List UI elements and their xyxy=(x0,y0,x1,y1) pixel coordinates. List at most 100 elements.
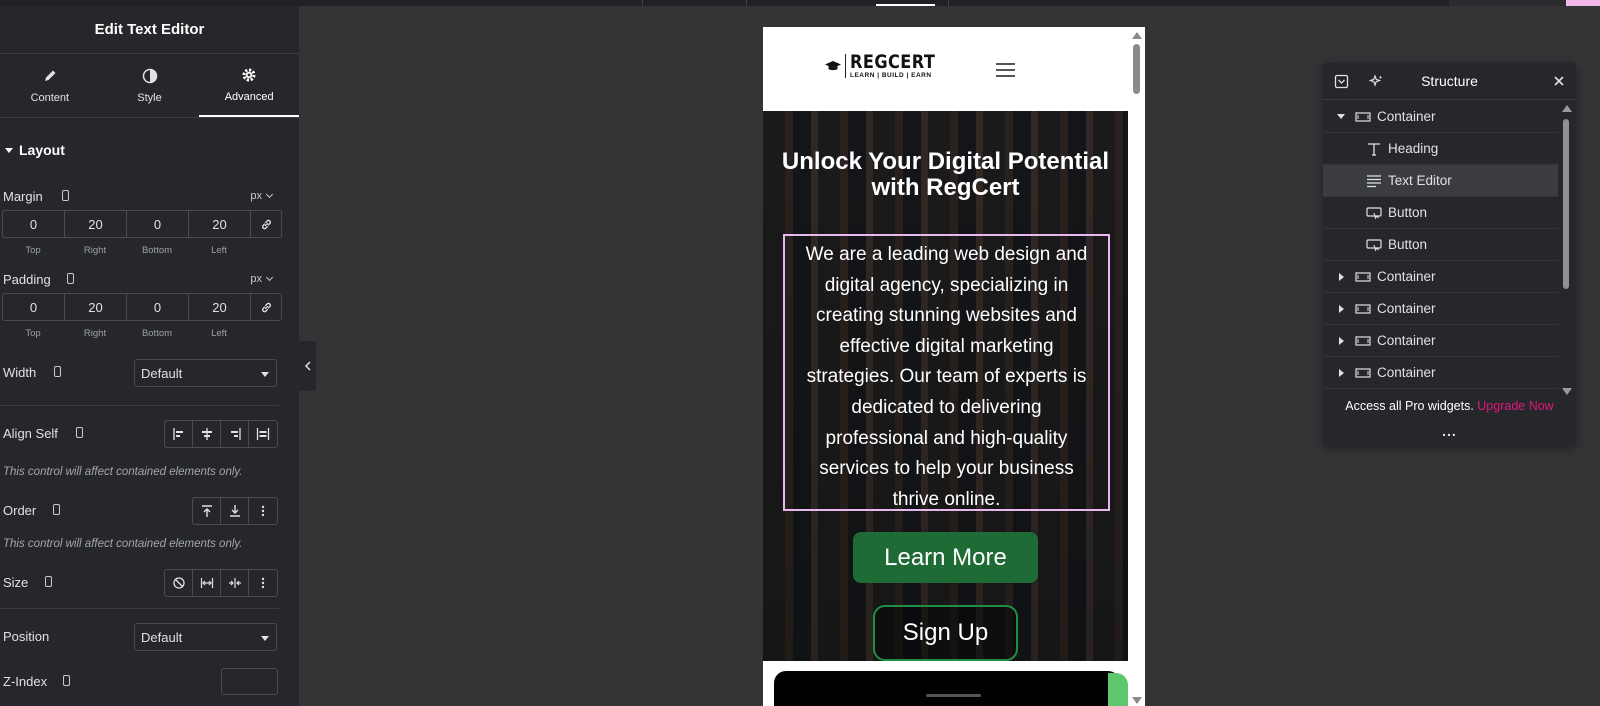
promo-text: Access all Pro widgets. xyxy=(1345,399,1474,413)
align-center-button[interactable] xyxy=(193,421,221,447)
tree-node-label: Button xyxy=(1388,205,1428,220)
scrollbar-thumb[interactable] xyxy=(1133,44,1140,94)
caret-right-icon[interactable] xyxy=(1339,273,1344,281)
size-label: Size xyxy=(3,575,29,590)
align-self-label: Align Self xyxy=(3,426,58,441)
mobile-device-icon[interactable] xyxy=(63,675,70,686)
caret-down-icon[interactable] xyxy=(1337,114,1345,119)
link-values-button[interactable] xyxy=(251,211,281,237)
size-grow-button[interactable] xyxy=(193,570,221,596)
order-start-button[interactable] xyxy=(193,498,221,524)
align-start-icon xyxy=(172,428,183,440)
scroll-up-icon[interactable] xyxy=(1132,32,1142,39)
padding-unit-select[interactable]: px xyxy=(250,273,272,285)
learn-more-button[interactable]: Learn More xyxy=(853,532,1038,583)
padding-label: Padding xyxy=(3,272,51,287)
preview-scrollbar[interactable] xyxy=(1128,27,1145,706)
order-end-button[interactable] xyxy=(221,498,249,524)
tree-node-button[interactable]: Button xyxy=(1323,197,1558,229)
block-icon xyxy=(172,577,185,589)
site-header: REGCERT LEARN | BUILD | EARN xyxy=(763,27,1145,111)
sign-up-button[interactable]: Sign Up xyxy=(873,605,1018,661)
pro-promo: Access all Pro widgets. Upgrade Now xyxy=(1323,399,1576,413)
tree-node-container[interactable]: Container xyxy=(1323,261,1558,293)
mobile-device-icon[interactable] xyxy=(76,427,83,438)
editor-panel: Edit Text Editor Content Style Advanced … xyxy=(0,6,300,706)
gear-icon xyxy=(242,68,256,81)
tree-node-button[interactable]: Button xyxy=(1323,229,1558,261)
size-none-button[interactable] xyxy=(165,570,193,596)
tree-node-container[interactable]: Container xyxy=(1323,293,1558,325)
order-label: Order xyxy=(3,503,37,518)
top-bar-divider xyxy=(642,0,643,6)
align-center-icon xyxy=(201,428,212,440)
caret-right-icon[interactable] xyxy=(1339,337,1344,345)
container-icon xyxy=(1355,112,1371,122)
align-start-button[interactable] xyxy=(165,421,193,447)
top-bar-publish-button[interactable] xyxy=(1566,0,1600,6)
padding-top-input[interactable]: 0 xyxy=(3,294,65,320)
tree-node-text-editor[interactable]: Text Editor xyxy=(1323,165,1558,197)
side-label: Top xyxy=(25,245,41,256)
hamburger-menu-icon[interactable] xyxy=(996,63,1015,77)
order-buttons xyxy=(192,497,278,525)
panel-title: Edit Text Editor xyxy=(0,6,299,54)
tab-style[interactable]: Style xyxy=(100,54,200,117)
tree-node-container[interactable]: Container xyxy=(1323,357,1558,389)
padding-right-input[interactable]: 20 xyxy=(65,294,127,320)
tab-advanced[interactable]: Advanced xyxy=(199,54,300,117)
align-stretch-button[interactable] xyxy=(249,421,277,447)
scroll-up-icon[interactable] xyxy=(1562,105,1572,112)
size-shrink-button[interactable] xyxy=(221,570,249,596)
align-end-button[interactable] xyxy=(221,421,249,447)
upgrade-now-link[interactable]: Upgrade Now xyxy=(1477,399,1553,413)
more-options-icon[interactable]: ... xyxy=(1323,423,1576,439)
tree-node-heading[interactable]: Heading xyxy=(1323,133,1558,165)
tree-node-container[interactable]: Container xyxy=(1323,325,1558,357)
mobile-device-icon[interactable] xyxy=(67,273,74,284)
margin-right-input[interactable]: 20 xyxy=(65,211,127,237)
layout-section-toggle[interactable]: Layout xyxy=(0,138,299,162)
link-values-button[interactable] xyxy=(251,294,281,320)
size-more-button[interactable] xyxy=(249,570,277,596)
scroll-down-icon[interactable] xyxy=(1562,388,1572,395)
position-select[interactable]: Default xyxy=(134,623,277,651)
site-logo[interactable]: REGCERT LEARN | BUILD | EARN xyxy=(825,53,950,79)
mobile-device-icon[interactable] xyxy=(53,504,60,515)
chevron-left-icon xyxy=(304,361,311,371)
scrollbar-thumb[interactable] xyxy=(1563,119,1569,289)
text-editor-icon xyxy=(1367,175,1381,188)
more-vertical-icon xyxy=(261,577,265,589)
hero-heading[interactable]: Unlock Your Digital Potential with RegCe… xyxy=(773,149,1118,201)
size-buttons xyxy=(164,569,278,597)
logo-divider xyxy=(845,54,846,78)
tab-content[interactable]: Content xyxy=(0,54,100,117)
structure-scrollbar[interactable] xyxy=(1560,105,1572,395)
margin-unit-select[interactable]: px xyxy=(250,190,272,202)
collapse-panel-button[interactable] xyxy=(299,341,316,391)
width-label: Width xyxy=(3,365,37,380)
side-label: Right xyxy=(83,245,107,256)
close-icon[interactable] xyxy=(1553,75,1565,87)
caret-right-icon[interactable] xyxy=(1339,305,1344,313)
drag-handle[interactable] xyxy=(926,694,981,697)
text-editor-widget[interactable]: We are a leading web design and digital … xyxy=(783,234,1110,511)
mobile-device-icon[interactable] xyxy=(45,576,52,587)
button-icon xyxy=(1366,239,1382,252)
padding-left-input[interactable]: 20 xyxy=(189,294,251,320)
chevron-down-icon xyxy=(261,636,269,641)
margin-left-input[interactable]: 20 xyxy=(189,211,251,237)
margin-bottom-input[interactable]: 0 xyxy=(127,211,189,237)
zindex-input[interactable] xyxy=(221,668,278,695)
padding-bottom-input[interactable]: 0 xyxy=(127,294,189,320)
width-select[interactable]: Default xyxy=(134,359,277,387)
order-more-button[interactable] xyxy=(249,498,277,524)
container-icon xyxy=(1355,368,1371,378)
caret-right-icon[interactable] xyxy=(1339,369,1344,377)
tree-node-container[interactable]: Container xyxy=(1323,101,1558,133)
scroll-down-icon[interactable] xyxy=(1132,697,1142,704)
mobile-device-icon[interactable] xyxy=(54,366,61,377)
mobile-device-icon[interactable] xyxy=(62,190,69,201)
margin-top-input[interactable]: 0 xyxy=(3,211,65,237)
heading-icon xyxy=(1368,143,1380,156)
